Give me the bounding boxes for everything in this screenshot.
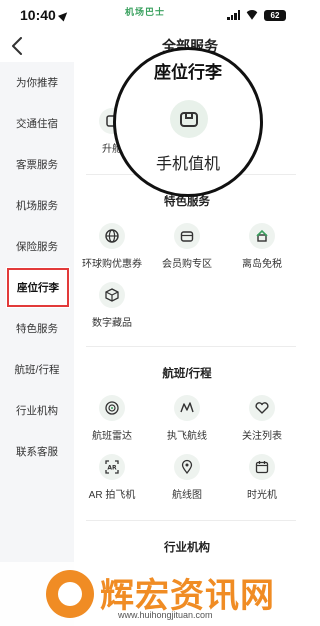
- sidebar-item-industry[interactable]: 行业机构: [0, 390, 74, 431]
- service-route-map[interactable]: 航线图: [149, 454, 225, 501]
- signal-icon: [227, 10, 240, 20]
- sidebar-item-seat-luggage[interactable]: 座位行李: [6, 267, 70, 308]
- sidebar-item-ticket[interactable]: 客票服务: [0, 144, 74, 185]
- service-label: 离岛免税: [242, 259, 282, 270]
- service-label: 时光机: [247, 490, 277, 501]
- calendar-icon: [249, 454, 275, 480]
- map-pin-icon: [174, 454, 200, 480]
- watermark-url: www.huihongjituan.com: [118, 610, 213, 620]
- divider: [86, 520, 296, 521]
- sidebar-item-label: 保险服务: [16, 241, 58, 253]
- status-bar: 10:40 机场巴士 62: [0, 0, 300, 30]
- sidebar-item-recommend[interactable]: 为你推荐: [0, 62, 74, 103]
- battery-level: 62: [270, 10, 280, 20]
- status-app-name: 机场巴士: [125, 7, 166, 17]
- svg-text:AR: AR: [107, 465, 117, 472]
- checkin-icon: [170, 100, 208, 138]
- sidebar-item-flight[interactable]: 航班/行程: [0, 349, 74, 390]
- service-ar-plane[interactable]: AR AR 拍飞机: [74, 454, 150, 501]
- service-label: 关注列表: [242, 431, 282, 442]
- service-label: 会员购专区: [162, 259, 212, 270]
- service-duty-free[interactable]: 离岛免税: [224, 223, 300, 270]
- sidebar-item-special[interactable]: 特色服务: [0, 308, 74, 349]
- zoom-callout: 座位行李 手机值机: [113, 47, 263, 197]
- island-icon: [249, 223, 275, 249]
- sidebar: 为你推荐 交通住宿 客票服务 机场服务 保险服务 座位行李 特色服务 航班/行程…: [0, 62, 74, 626]
- section-title-industry: 行业机构: [164, 542, 210, 554]
- service-digital-collection[interactable]: 数字藏品: [74, 282, 150, 329]
- service-label: 执飞航线: [167, 431, 207, 442]
- ar-icon: AR: [99, 454, 125, 480]
- sidebar-item-transport[interactable]: 交通住宿: [0, 103, 74, 144]
- sidebar-item-label: 为你推荐: [16, 77, 58, 89]
- sidebar-item-label: 航班/行程: [14, 364, 60, 376]
- service-watchlist[interactable]: 关注列表: [224, 395, 300, 442]
- radar-icon: [99, 395, 125, 421]
- sidebar-item-label: 座位行李: [17, 282, 59, 294]
- battery-icon: 62: [264, 9, 286, 21]
- sidebar-item-airport[interactable]: 机场服务: [0, 185, 74, 226]
- service-flight-radar[interactable]: 航班雷达: [74, 395, 150, 442]
- status-time: 10:40: [20, 7, 56, 23]
- bag-icon: [174, 223, 200, 249]
- wifi-icon: [245, 10, 259, 20]
- sidebar-item-label: 机场服务: [16, 200, 58, 212]
- divider: [86, 346, 296, 347]
- sidebar-item-label: 联系客服: [16, 446, 58, 458]
- route-icon: [174, 395, 200, 421]
- service-label: 数字藏品: [92, 318, 132, 329]
- service-operated-routes[interactable]: 执飞航线: [149, 395, 225, 442]
- sidebar-item-insurance[interactable]: 保险服务: [0, 226, 74, 267]
- service-label: AR 拍飞机: [88, 490, 136, 501]
- zoom-callout-title: 座位行李: [154, 63, 222, 82]
- watermark: 辉宏资讯网 www.huihongjituan.com: [0, 562, 300, 626]
- service-time-machine[interactable]: 时光机: [224, 454, 300, 501]
- heart-icon: [249, 395, 275, 421]
- watermark-logo-icon: [46, 570, 94, 618]
- service-member-zone[interactable]: 会员购专区: [149, 223, 225, 270]
- back-button[interactable]: [6, 34, 28, 58]
- section-title-flight: 航班/行程: [162, 368, 212, 380]
- sidebar-item-label: 特色服务: [16, 323, 58, 335]
- chevron-left-icon: [12, 37, 22, 55]
- sidebar-item-support[interactable]: 联系客服: [0, 431, 74, 472]
- service-label: 航班雷达: [92, 431, 132, 442]
- globe-icon: [99, 223, 125, 249]
- location-icon: [57, 8, 70, 22]
- cube-icon: [99, 282, 125, 308]
- service-label: 航线图: [172, 490, 202, 501]
- sidebar-item-label: 交通住宿: [16, 118, 58, 130]
- service-label: 环球购优惠券: [82, 259, 142, 270]
- sidebar-item-label: 行业机构: [16, 405, 58, 417]
- service-mobile-checkin[interactable]: 手机值机: [116, 150, 260, 174]
- sidebar-item-label: 客票服务: [16, 159, 58, 171]
- service-global-coupon[interactable]: 环球购优惠券: [74, 223, 150, 270]
